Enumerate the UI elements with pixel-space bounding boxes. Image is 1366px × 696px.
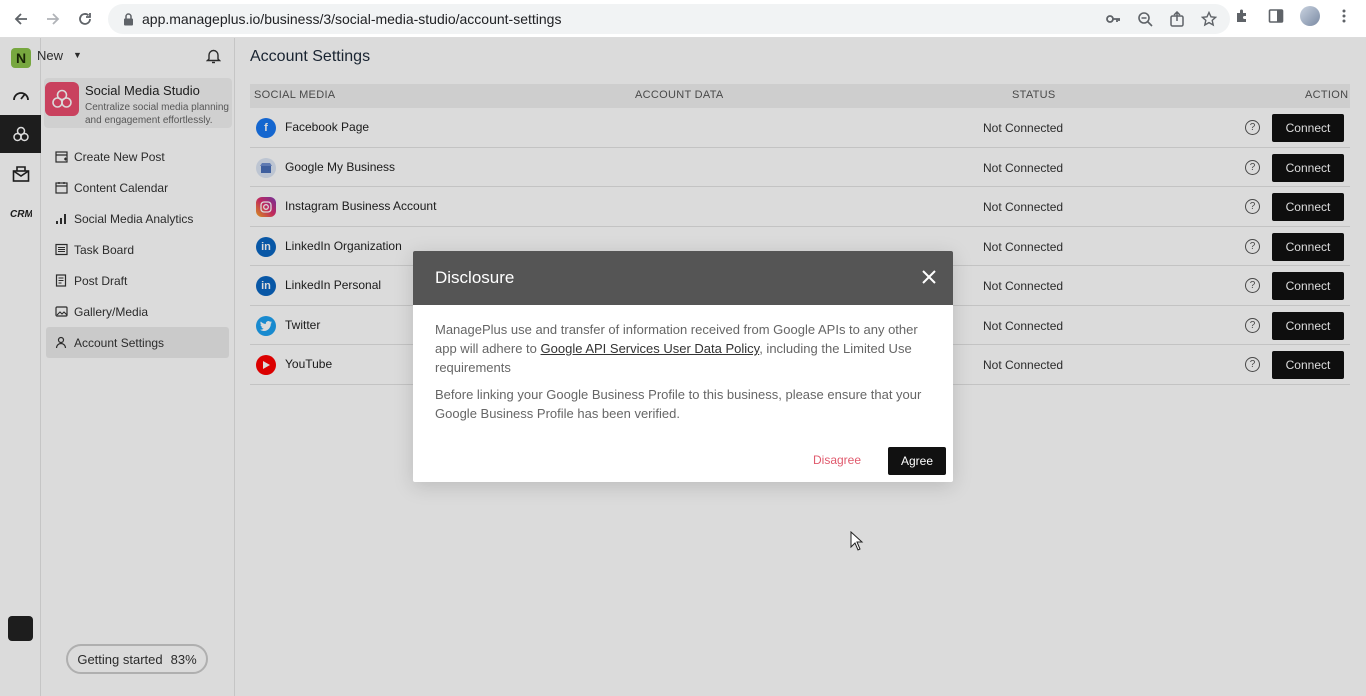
agree-button[interactable]: Agree (888, 447, 946, 475)
dialog-title: Disclosure (435, 268, 515, 287)
back-arrow-icon[interactable] (5, 3, 37, 35)
close-icon[interactable] (919, 266, 939, 288)
policy-link[interactable]: Google API Services User Data Policy (541, 341, 760, 356)
verification-paragraph: Before linking your Google Business Prof… (435, 387, 922, 421)
dialog-header: Disclosure (413, 251, 953, 305)
mouse-pointer-icon (850, 530, 864, 556)
url-text: app.manageplus.io/business/3/social-medi… (142, 11, 562, 27)
bookmark-star-icon[interactable] (1200, 10, 1218, 28)
key-icon[interactable] (1104, 10, 1122, 28)
disagree-button[interactable]: Disagree (813, 453, 861, 467)
forward-arrow-icon[interactable] (37, 3, 69, 35)
kebab-menu-icon[interactable] (1334, 6, 1354, 26)
side-panel-icon[interactable] (1266, 6, 1286, 26)
address-bar[interactable]: app.manageplus.io/business/3/social-medi… (108, 4, 1230, 34)
dialog-body: ManagePlus use and transfer of informati… (435, 320, 925, 431)
reload-icon[interactable] (69, 3, 101, 35)
share-icon[interactable] (1168, 10, 1186, 28)
profile-avatar[interactable] (1300, 6, 1320, 26)
disclosure-paragraph: ManagePlus use and transfer of informati… (435, 320, 925, 377)
extensions-puzzle-icon[interactable] (1232, 6, 1252, 26)
zoom-out-icon[interactable] (1136, 10, 1154, 28)
browser-toolbar: app.manageplus.io/business/3/social-medi… (0, 0, 1366, 38)
lock-icon (120, 11, 136, 27)
disclosure-dialog: Disclosure ManagePlus use and transfer o… (413, 251, 953, 482)
